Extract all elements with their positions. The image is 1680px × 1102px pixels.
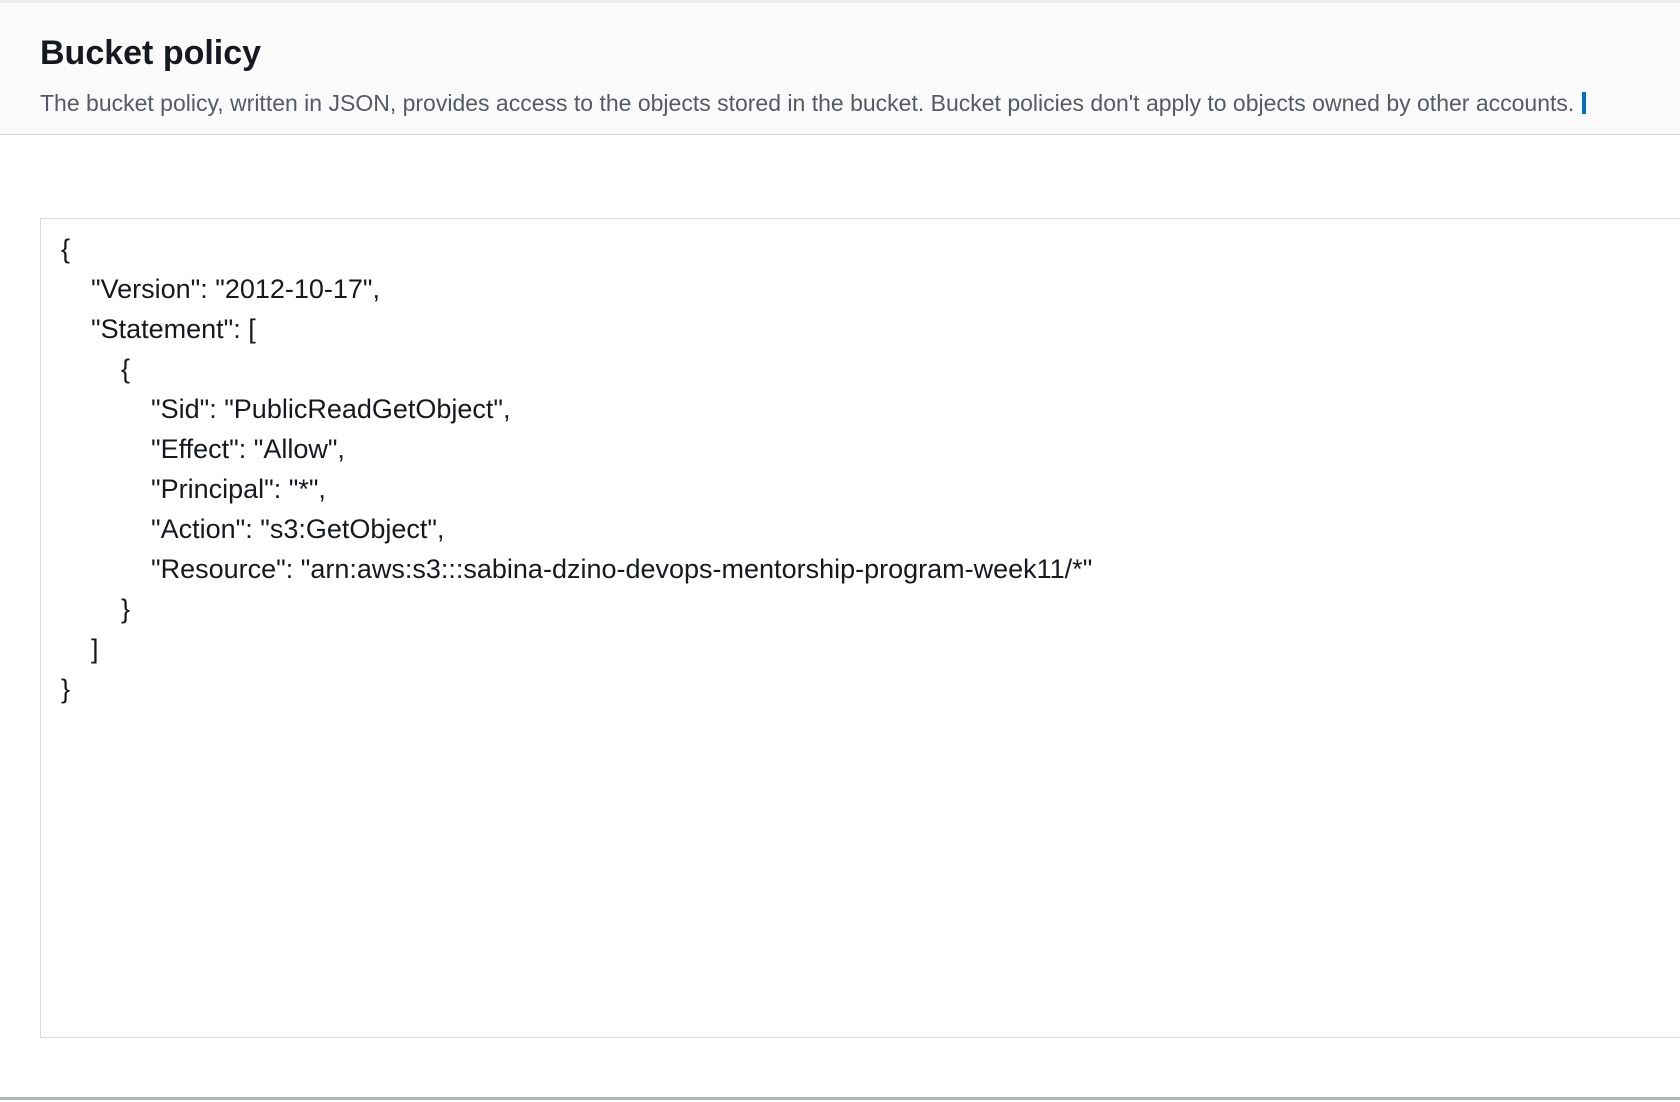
code-line: "Version": "2012-10-17",	[61, 274, 381, 304]
code-line: }	[61, 674, 71, 704]
bucket-policy-page: Bucket policy The bucket policy, written…	[0, 0, 1680, 1102]
code-line: {	[61, 234, 71, 264]
panel-header: Bucket policy The bucket policy, written…	[0, 3, 1680, 135]
code-line: "Sid": "PublicReadGetObject",	[61, 394, 511, 424]
panel-description: The bucket policy, written in JSON, prov…	[40, 87, 1587, 119]
policy-editor[interactable]: { "Version": "2012-10-17", "Statement": …	[40, 218, 1680, 1038]
code-line: }	[61, 594, 131, 624]
panel-title: Bucket policy	[40, 34, 262, 72]
learn-more-link[interactable]	[1582, 92, 1587, 114]
code-line: {	[61, 354, 131, 384]
code-line: "Action": "s3:GetObject",	[61, 514, 445, 544]
policy-code[interactable]: { "Version": "2012-10-17", "Statement": …	[61, 229, 1092, 709]
code-line: "Resource": "arn:aws:s3:::sabina-dzino-d…	[61, 554, 1093, 584]
bottom-divider	[0, 1097, 1680, 1100]
panel-description-text: The bucket policy, written in JSON, prov…	[40, 90, 1575, 116]
code-line: "Effect": "Allow",	[61, 434, 345, 464]
code-line: ]	[61, 634, 99, 664]
code-line: "Principal": "*",	[61, 474, 326, 504]
code-line: "Statement": [	[61, 314, 256, 344]
